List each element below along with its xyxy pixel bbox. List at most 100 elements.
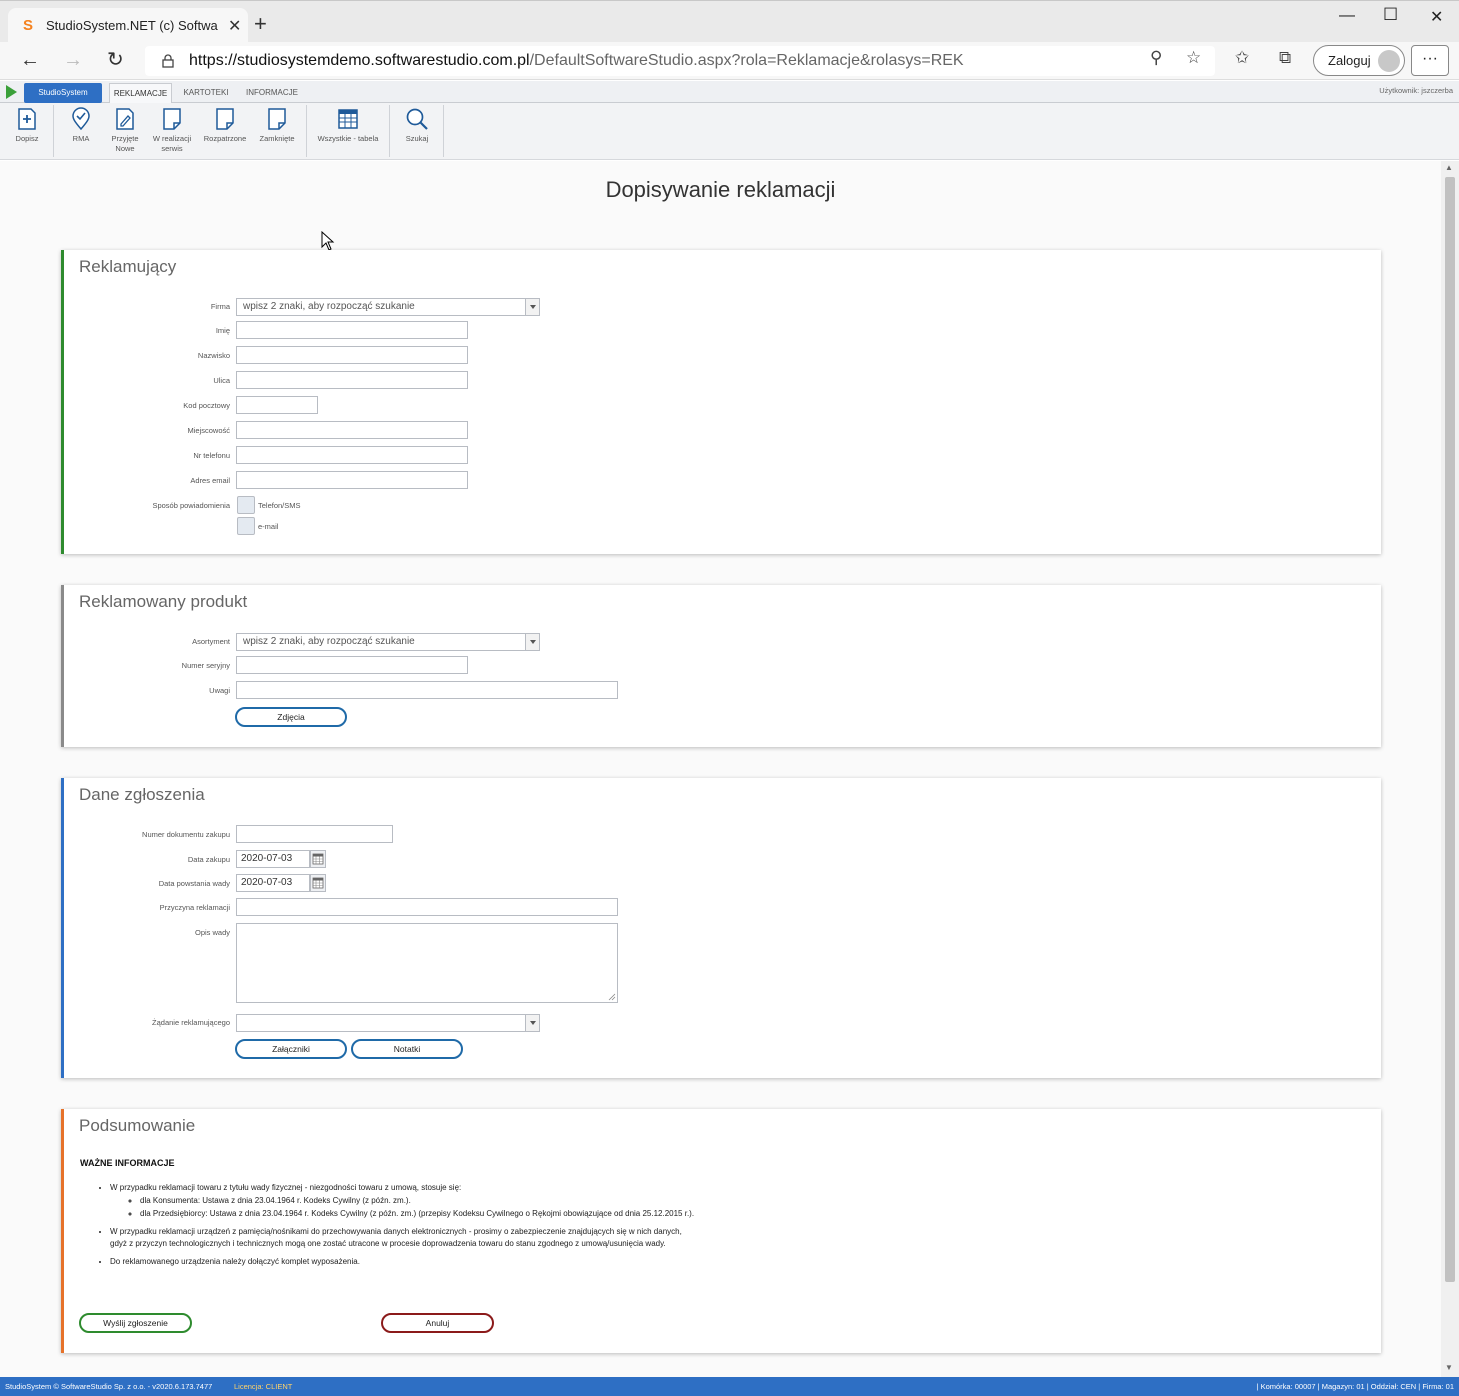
new-tab-icon[interactable]: +	[254, 13, 267, 35]
data-wady-label: Data powstania wady	[158, 879, 230, 888]
wszystkie-tabela-button[interactable]: Wszystkie - tabela	[313, 107, 383, 144]
tab-informacje[interactable]: INFORMACJE	[242, 83, 302, 103]
scroll-thumb[interactable]	[1445, 177, 1455, 1282]
studiosystem-favicon-icon: S	[22, 16, 33, 34]
minimize-icon[interactable]: —	[1339, 7, 1355, 25]
przyczyna-input[interactable]	[236, 898, 618, 916]
nazwisko-input[interactable]	[236, 346, 468, 364]
tab-kartoteki[interactable]: KARTOTEKI	[180, 83, 232, 103]
opis-wady-label: Opis wady	[194, 928, 230, 937]
email-option-label: e-mail	[258, 522, 279, 531]
opis-wady-textarea[interactable]	[236, 923, 618, 1003]
miejscowosc-input[interactable]	[236, 421, 468, 439]
sms-checkbox[interactable]	[237, 496, 255, 514]
maximize-icon[interactable]: ☐	[1383, 5, 1398, 25]
license-text: Licencja: CLIENT	[234, 1382, 293, 1391]
login-label: Zaloguj	[1328, 53, 1371, 68]
calendar-icon[interactable]	[310, 850, 326, 868]
ulica-input[interactable]	[236, 371, 468, 389]
toolbar-separator	[306, 105, 307, 157]
refresh-icon[interactable]: ↻	[107, 49, 124, 71]
zoom-icon[interactable]: ⚲	[1150, 48, 1162, 68]
szukaj-button[interactable]: Szukaj	[400, 107, 434, 144]
back-icon[interactable]: ←	[20, 49, 40, 71]
browser-toolbar: ← → ↻ https://studiosystemdemo.softwares…	[0, 42, 1459, 80]
lock-icon	[161, 54, 175, 68]
numer-seryjny-label: Numer seryjny	[181, 661, 230, 670]
login-button[interactable]: Zaloguj	[1313, 45, 1405, 76]
chevron-down-icon[interactable]	[525, 299, 539, 315]
data-wady-input[interactable]: 2020-07-03	[236, 874, 310, 892]
send-button[interactable]: Wyślij zgłoszenie	[79, 1313, 192, 1333]
notatki-button[interactable]: Notatki	[351, 1039, 463, 1059]
dopisz-label: Dopisz	[15, 134, 39, 143]
window-close-icon[interactable]: ✕	[1430, 7, 1443, 27]
browser-menu-icon[interactable]: ···	[1411, 45, 1449, 76]
imie-input[interactable]	[236, 321, 468, 339]
app-menu-button[interactable]: StudioSystem	[24, 83, 102, 103]
info-item: Do reklamowanego urządzenia należy dołąc…	[110, 1256, 700, 1268]
przyjete-button[interactable]: Przyjęte Nowe	[104, 107, 146, 154]
nazwisko-label: Nazwisko	[197, 351, 230, 360]
close-tab-icon[interactable]: ✕	[228, 16, 241, 36]
browser-tabstrip: S StudioSystem.NET (c) SoftwareSt ✕ + — …	[0, 0, 1459, 43]
imie-label: Imię	[215, 326, 230, 335]
numer-dokumentu-label: Numer dokumentu zakupu	[142, 830, 230, 839]
numer-dokumentu-input[interactable]	[236, 825, 393, 843]
info-list: W przypadku reklamacji towaru z tytułu w…	[110, 1182, 700, 1275]
zamkniete-button[interactable]: Zamknięte	[254, 107, 300, 144]
search-icon	[406, 108, 428, 130]
podsumowanie-panel: Podsumowanie WAŻNE INFORMACJE W przypadk…	[61, 1109, 1381, 1353]
zalaczniki-button[interactable]: Załączniki	[235, 1039, 347, 1059]
rozpatrzone-label: Rozpatrzone	[203, 134, 247, 143]
numer-seryjny-input[interactable]	[236, 656, 468, 674]
w-realizacji-button[interactable]: W realizacji serwis	[150, 107, 194, 154]
scroll-down-icon[interactable]: ▼	[1445, 1363, 1453, 1372]
page-title: Dopisywanie reklamacji	[605, 177, 836, 202]
zdjecia-button[interactable]: Zdjęcia	[235, 707, 347, 727]
przyczyna-label: Przyczyna reklamacji	[159, 903, 230, 912]
zadanie-label: Żądanie reklamującego	[152, 1018, 230, 1027]
asortyment-label: Asortyment	[192, 637, 230, 646]
rma-button[interactable]: RMA	[64, 107, 98, 144]
ulica-label: Ulica	[213, 376, 230, 385]
document-icon	[216, 108, 234, 130]
firma-combobox[interactable]: wpisz 2 znaki, aby rozpocząć szukanie	[236, 298, 540, 316]
asortyment-combobox[interactable]: wpisz 2 znaki, aby rozpocząć szukanie	[236, 633, 540, 651]
email-input[interactable]	[236, 471, 468, 489]
cancel-button[interactable]: Anuluj	[381, 1313, 494, 1333]
dopisz-button[interactable]: Dopisz	[10, 107, 44, 144]
ribbon-tabs: StudioSystem REKLAMACJE KARTOTEKI INFORM…	[0, 81, 1459, 103]
scroll-up-icon[interactable]: ▲	[1445, 163, 1453, 172]
url-text: https://studiosystemdemo.softwarestudio.…	[189, 52, 964, 69]
kod-pocztowy-input[interactable]	[236, 396, 318, 414]
uwagi-input[interactable]	[236, 681, 618, 699]
table-icon	[338, 109, 358, 129]
favorite-star-icon[interactable]: ☆	[1186, 48, 1201, 68]
mouse-cursor-icon	[321, 231, 335, 251]
collections-icon[interactable]: ⧉	[1279, 48, 1291, 68]
email-checkbox[interactable]	[237, 517, 255, 535]
play-icon[interactable]	[6, 85, 17, 99]
szukaj-label: Szukaj	[405, 134, 429, 143]
browser-tab[interactable]: S StudioSystem.NET (c) SoftwareSt ✕	[8, 8, 248, 43]
favorites-list-icon[interactable]: ✩	[1235, 48, 1249, 68]
rozpatrzone-button[interactable]: Rozpatrzone	[200, 107, 250, 144]
chevron-down-icon[interactable]	[525, 1015, 539, 1031]
toolbar-separator	[443, 105, 444, 157]
telefon-input[interactable]	[236, 446, 468, 464]
chevron-down-icon[interactable]	[525, 634, 539, 650]
resize-handle-icon[interactable]	[608, 993, 616, 1001]
address-bar[interactable]: https://studiosystemdemo.softwarestudio.…	[145, 46, 1215, 76]
page-scrollbar[interactable]: ▲ ▼	[1441, 161, 1459, 1377]
toolbar-separator	[389, 105, 390, 157]
edit-document-icon	[116, 108, 134, 130]
calendar-icon[interactable]	[310, 874, 326, 892]
zadanie-select[interactable]	[236, 1014, 540, 1032]
kod-pocztowy-label: Kod pocztowy	[183, 401, 230, 410]
reklamujacy-heading: Reklamujący	[79, 257, 177, 276]
tab-reklamacje[interactable]: REKLAMACJE	[109, 83, 172, 103]
data-zakupu-input[interactable]: 2020-07-03	[236, 850, 310, 868]
zgloszenie-panel: Dane zgłoszenia Numer dokumentu zakupu D…	[61, 778, 1381, 1078]
forward-icon[interactable]: →	[63, 49, 83, 71]
